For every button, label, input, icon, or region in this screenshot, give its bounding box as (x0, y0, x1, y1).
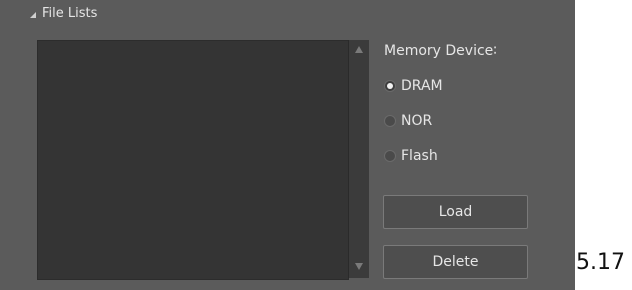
radio-option-flash[interactable]: Flash (384, 148, 438, 164)
radio-nor-indicator[interactable] (384, 115, 396, 127)
file-lists-group-header[interactable]: File Lists (30, 6, 97, 21)
scroll-down-arrow-icon[interactable] (355, 263, 363, 270)
figure-number: 5.17 (576, 250, 625, 275)
load-button[interactable]: Load (383, 195, 528, 229)
radio-nor-label: NOR (401, 113, 433, 129)
file-list-box[interactable] (37, 40, 349, 280)
collapse-triangle-icon[interactable] (30, 11, 36, 18)
group-title: File Lists (42, 6, 98, 21)
radio-flash-indicator[interactable] (384, 150, 396, 162)
radio-dram-indicator[interactable] (384, 80, 396, 92)
radio-option-nor[interactable]: NOR (384, 113, 432, 129)
scroll-up-arrow-icon[interactable] (355, 46, 363, 53)
file-lists-panel: File Lists Memory Device∶ DRAM NOR Flash… (0, 0, 575, 290)
radio-option-dram[interactable]: DRAM (384, 78, 443, 94)
memory-device-label: Memory Device∶ (384, 43, 497, 59)
radio-dram-label: DRAM (401, 78, 443, 94)
delete-button[interactable]: Delete (383, 245, 528, 279)
radio-flash-label: Flash (401, 148, 438, 164)
file-list-scrollbar[interactable] (348, 40, 369, 278)
